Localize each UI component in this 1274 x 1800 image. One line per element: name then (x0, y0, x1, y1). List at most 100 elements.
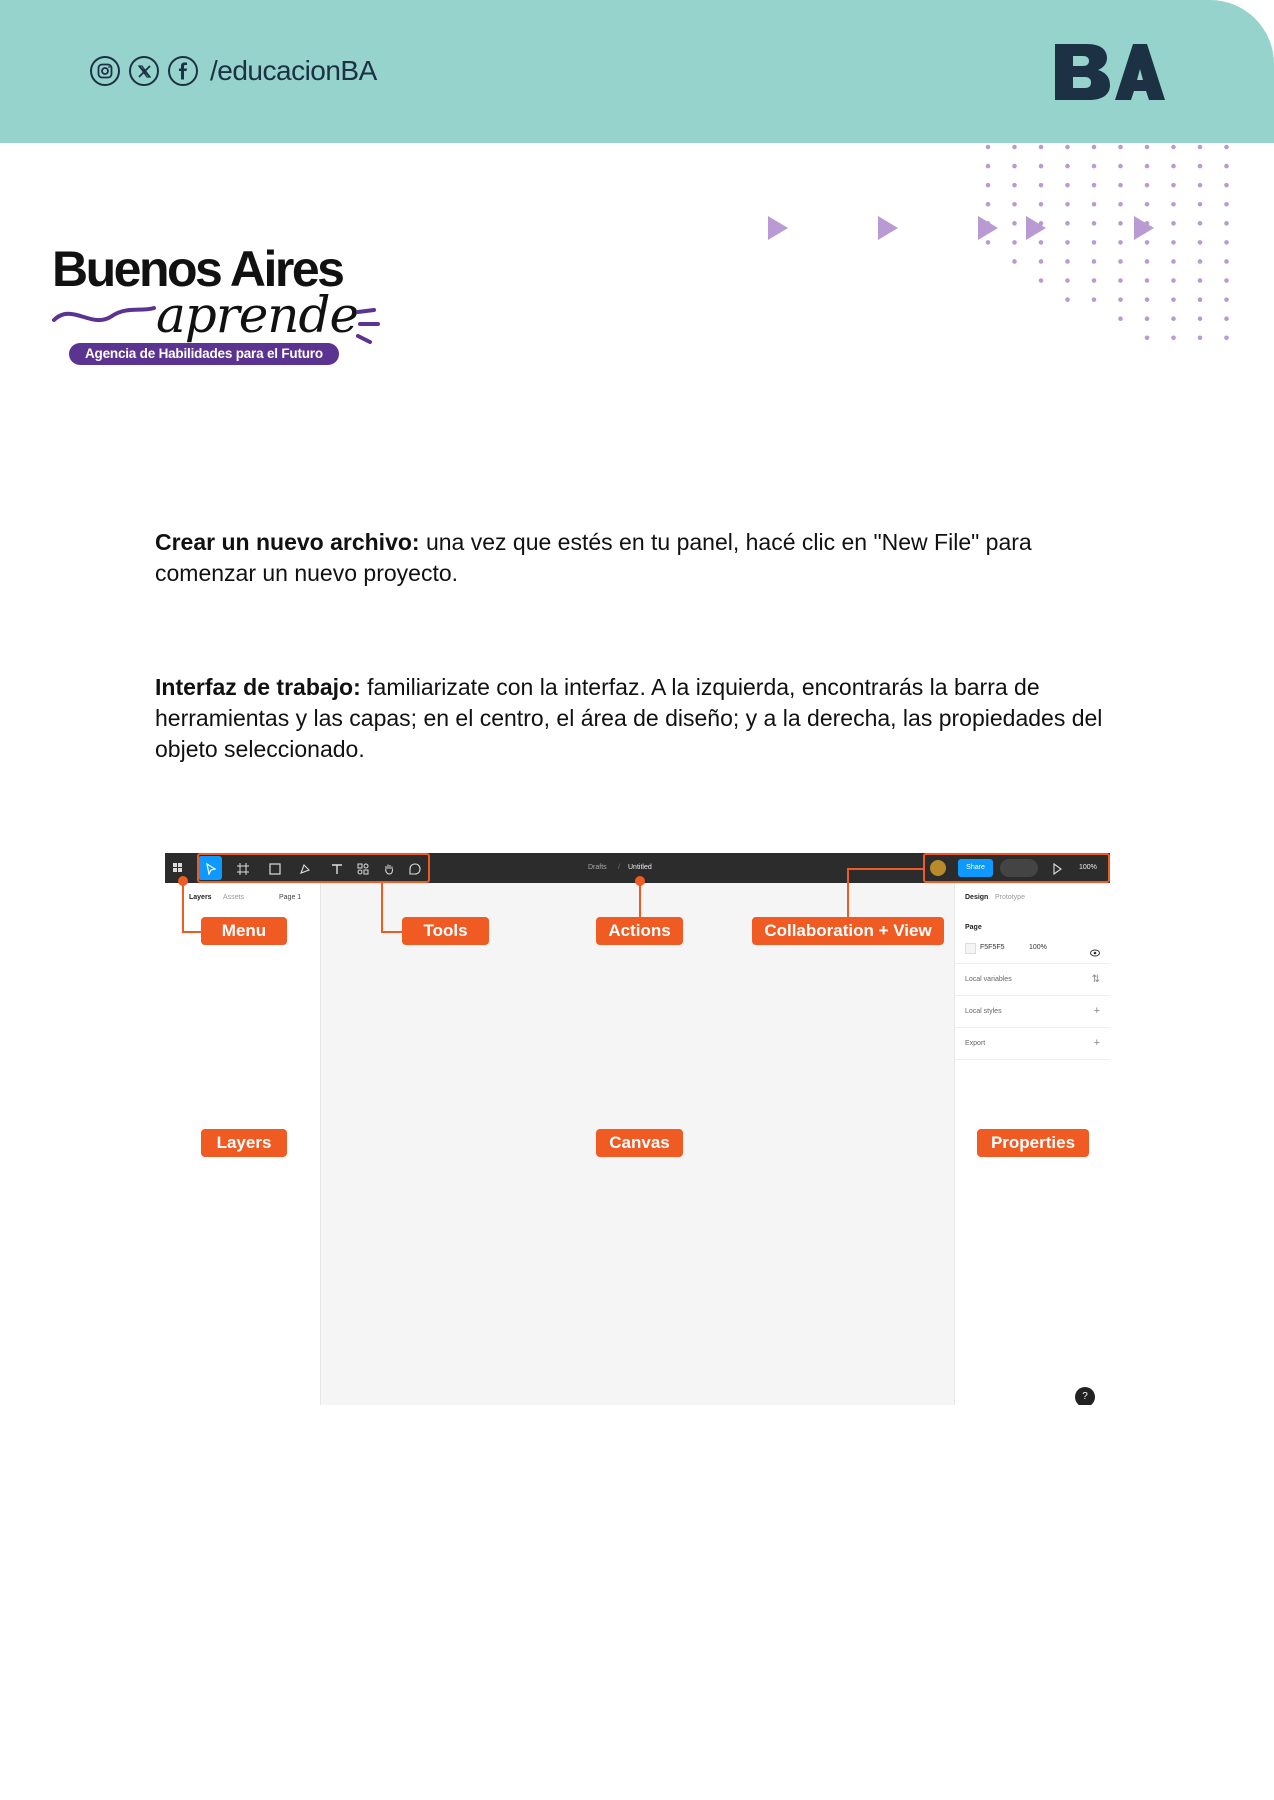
file-name[interactable]: Untitled (628, 864, 652, 871)
decor-dot (1144, 259, 1150, 264)
breadcrumb-drafts[interactable]: Drafts (588, 864, 607, 871)
local-styles-label[interactable]: Local styles (965, 1008, 1002, 1015)
x-icon[interactable] (129, 56, 159, 86)
tab-assets[interactable]: Assets (223, 894, 244, 901)
decor-dot (1171, 221, 1176, 226)
decor-dot (1224, 182, 1229, 188)
callout-menu: Menu (201, 917, 287, 945)
decor-dot (1065, 163, 1070, 169)
decor-dot (1224, 297, 1229, 302)
decor-dot (1118, 144, 1123, 150)
paragraph-new-file: Crear un nuevo archivo: una vez que esté… (155, 527, 1115, 589)
export-label[interactable]: Export (965, 1040, 985, 1047)
decor-dot (1012, 163, 1017, 169)
decor-dot (1091, 182, 1097, 188)
decor-dot (1224, 278, 1229, 283)
page-opacity[interactable]: 100% (1029, 944, 1047, 951)
decor-dot (1224, 240, 1229, 245)
decor-dot (1012, 201, 1017, 207)
decor-dot (1197, 278, 1203, 283)
decor-dot (1197, 335, 1203, 341)
decor-dot (1197, 163, 1203, 169)
paragraph-interface: Interfaz de trabajo: familiarizate con l… (155, 672, 1115, 765)
help-button[interactable]: ? (1075, 1387, 1095, 1405)
decor-dot (1144, 297, 1150, 302)
add-style-icon[interactable]: + (1094, 1005, 1100, 1017)
decor-dot (1065, 259, 1070, 264)
decor-dot (1118, 259, 1123, 264)
instagram-icon[interactable] (90, 56, 120, 86)
decor-dot (1118, 163, 1123, 169)
page-section-title: Page (965, 924, 982, 931)
callout-canvas: Canvas (596, 1129, 683, 1157)
decor-dot (1171, 297, 1176, 302)
decor-dot (1065, 297, 1070, 302)
dot-pattern (985, 144, 1229, 341)
decor-dot (1065, 201, 1070, 207)
collab-connector (847, 869, 849, 918)
social-handle[interactable]: /educacionBA (210, 55, 377, 87)
decor-dot (1197, 240, 1203, 245)
decor-dot (1197, 297, 1203, 302)
page-selector[interactable]: Page 1 (279, 894, 301, 901)
decor-dot (1171, 259, 1176, 264)
decor-dot (1197, 201, 1203, 207)
decor-dot (1038, 144, 1044, 150)
tab-layers[interactable]: Layers (189, 894, 212, 901)
actions-connector (639, 881, 641, 918)
brand-sparkle (356, 308, 380, 344)
decor-dot (1144, 316, 1150, 322)
callout-properties: Properties (977, 1129, 1089, 1157)
decor-dot (985, 201, 991, 207)
add-export-icon[interactable]: + (1094, 1037, 1100, 1049)
decor-dot (1065, 182, 1070, 188)
figma-interface-screenshot: Drafts / Untitled Share 100% Layers Asse… (165, 853, 1110, 1405)
eye-icon[interactable] (1090, 944, 1100, 962)
page-color-swatch[interactable] (965, 943, 976, 954)
callout-collaboration-view: Collaboration + View (752, 917, 944, 945)
tab-design[interactable]: Design (965, 894, 988, 901)
decor-dot (1012, 259, 1017, 264)
decor-dot (1171, 335, 1176, 341)
callout-tools: Tools (402, 917, 489, 945)
decor-dot (1224, 335, 1229, 341)
decor-dot (1038, 163, 1044, 169)
decor-dot (1197, 182, 1203, 188)
tools-connector (381, 883, 383, 932)
collab-highlight (923, 853, 1110, 883)
decor-dot (1091, 163, 1097, 169)
paragraph-lead: Interfaz de trabajo: (155, 674, 361, 700)
decor-dot (1224, 259, 1229, 264)
decor-dot (1171, 240, 1176, 245)
adjust-icon[interactable]: ⇅ (1092, 974, 1100, 985)
decor-dot (985, 182, 991, 188)
decor-dot (1224, 144, 1229, 150)
decor-dot (1118, 316, 1123, 322)
decor-dot (1091, 144, 1097, 150)
decor-dot (1144, 278, 1150, 283)
page-color-value[interactable]: F5F5F5 (980, 944, 1005, 951)
tab-prototype[interactable]: Prototype (995, 894, 1025, 901)
collab-connector (847, 868, 923, 870)
decor-dot (1197, 259, 1203, 264)
decor-dot (1144, 144, 1150, 150)
decor-dot (1038, 278, 1044, 283)
decor-dot (1224, 221, 1229, 226)
decor-dot (1171, 163, 1176, 169)
decor-dot (985, 144, 991, 150)
buenos-aires-aprende-logo: Buenos Aires aprende Agencia de Habilida… (52, 240, 392, 370)
ba-logo (1055, 44, 1165, 100)
decor-dot (985, 163, 991, 169)
decor-dot (1171, 278, 1176, 283)
decor-dot (1118, 182, 1123, 188)
decor-dot (1118, 297, 1123, 302)
local-variables-label[interactable]: Local variables (965, 976, 1012, 983)
figma-menu-icon[interactable] (173, 862, 185, 874)
decor-dot (1091, 201, 1097, 207)
decor-dot (1197, 316, 1203, 322)
decor-dot (1038, 182, 1044, 188)
facebook-icon[interactable] (168, 56, 198, 86)
decor-dot (1224, 163, 1229, 169)
decor-dot (1038, 201, 1044, 207)
decor-dot (1171, 316, 1176, 322)
